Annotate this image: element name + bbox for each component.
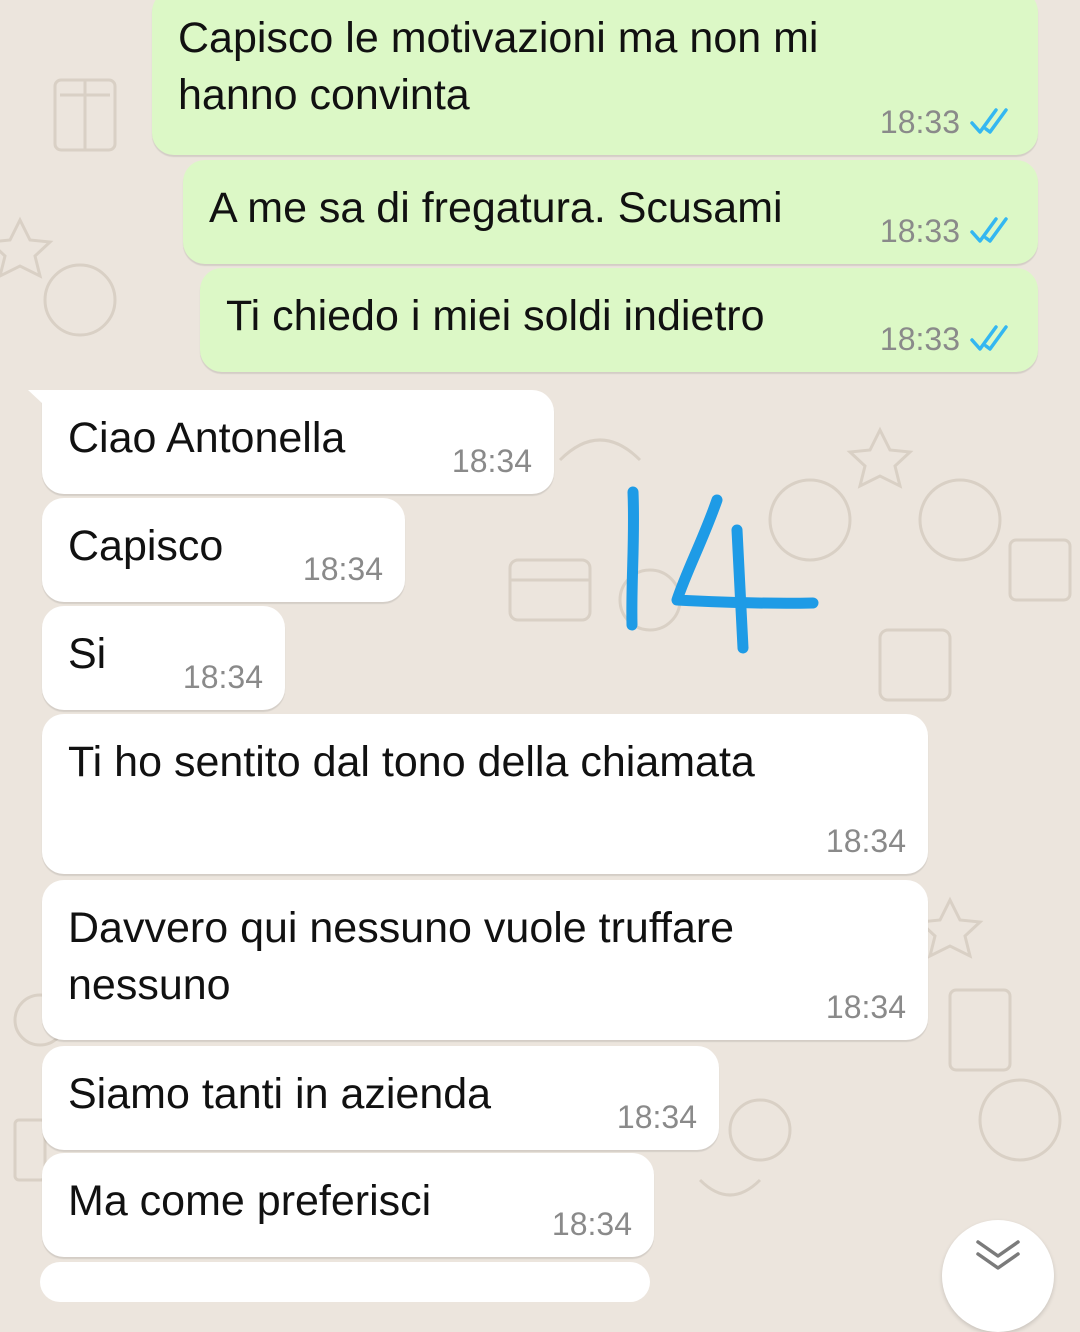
- message-time: 18:34: [551, 1206, 632, 1242]
- message-meta: 18:33: [880, 320, 1016, 358]
- message-bubble-partial: [40, 1262, 650, 1302]
- scroll-to-bottom-button[interactable]: [942, 1220, 1054, 1332]
- double-check-icon: [970, 217, 1008, 243]
- message-meta: 18:34: [452, 442, 532, 480]
- message-text: Si: [68, 630, 107, 678]
- message-bubble-incoming[interactable]: Ciao Antonella 18:34: [28, 390, 554, 494]
- message-bubble-incoming[interactable]: Davvero qui nessuno vuole truffare nessu…: [42, 880, 928, 1040]
- bubble-tail: [28, 390, 58, 418]
- message-bubble-incoming[interactable]: Si 18:34: [42, 606, 285, 710]
- message-bubble-incoming[interactable]: Ma come preferisci 18:34: [42, 1153, 654, 1257]
- message-meta: 18:34: [303, 550, 383, 588]
- chevron-double-down-icon: [976, 1240, 1020, 1270]
- message-bubble-outgoing[interactable]: A me sa di fregatura. Scusami 18:33: [183, 160, 1038, 264]
- message-time: 18:34: [451, 443, 532, 479]
- message-time: 18:34: [825, 989, 906, 1025]
- message-meta: 18:33: [880, 212, 1016, 250]
- message-bubble-outgoing[interactable]: Ti chiedo i miei soldi indietro 18:33: [200, 268, 1038, 372]
- handwritten-annotation: [626, 486, 819, 654]
- message-meta: 18:34: [826, 988, 906, 1026]
- message-time: 18:34: [825, 823, 906, 859]
- message-time: 18:34: [182, 659, 263, 695]
- message-meta: 18:34: [183, 658, 263, 696]
- message-time: 18:33: [879, 213, 960, 249]
- message-time: 18:33: [879, 321, 960, 357]
- message-meta: 18:34: [552, 1205, 632, 1243]
- message-text: Ciao Antonella: [68, 414, 346, 462]
- double-check-icon: [970, 108, 1008, 134]
- message-text: Capisco le motivazioni ma non mi hanno c…: [178, 14, 819, 119]
- message-bubble-incoming[interactable]: Siamo tanti in azienda 18:34: [42, 1046, 719, 1150]
- message-text: Capisco: [68, 522, 224, 570]
- message-time: 18:34: [302, 551, 383, 587]
- message-meta: 18:34: [617, 1098, 697, 1136]
- message-text: Ma come preferisci: [68, 1177, 432, 1225]
- message-time: 18:34: [616, 1099, 697, 1135]
- message-meta: 18:33: [880, 103, 1016, 141]
- message-text: Siamo tanti in azienda: [68, 1070, 492, 1118]
- message-bubble-incoming[interactable]: Capisco 18:34: [42, 498, 405, 602]
- double-check-icon: [970, 325, 1008, 351]
- message-bubble-outgoing[interactable]: Capisco le motivazioni ma non mi hanno c…: [152, 0, 1038, 155]
- message-text: Ti chiedo i miei soldi indietro: [226, 292, 765, 340]
- message-text: Davvero qui nessuno vuole truffare nessu…: [68, 904, 735, 1009]
- message-bubble-incoming[interactable]: Ti ho sentito dal tono della chiamata 18…: [42, 714, 928, 874]
- message-text: Ti ho sentito dal tono della chiamata: [68, 738, 755, 786]
- message-meta: 18:34: [826, 822, 906, 860]
- message-time: 18:33: [879, 104, 960, 140]
- message-text: A me sa di fregatura. Scusami: [209, 184, 783, 232]
